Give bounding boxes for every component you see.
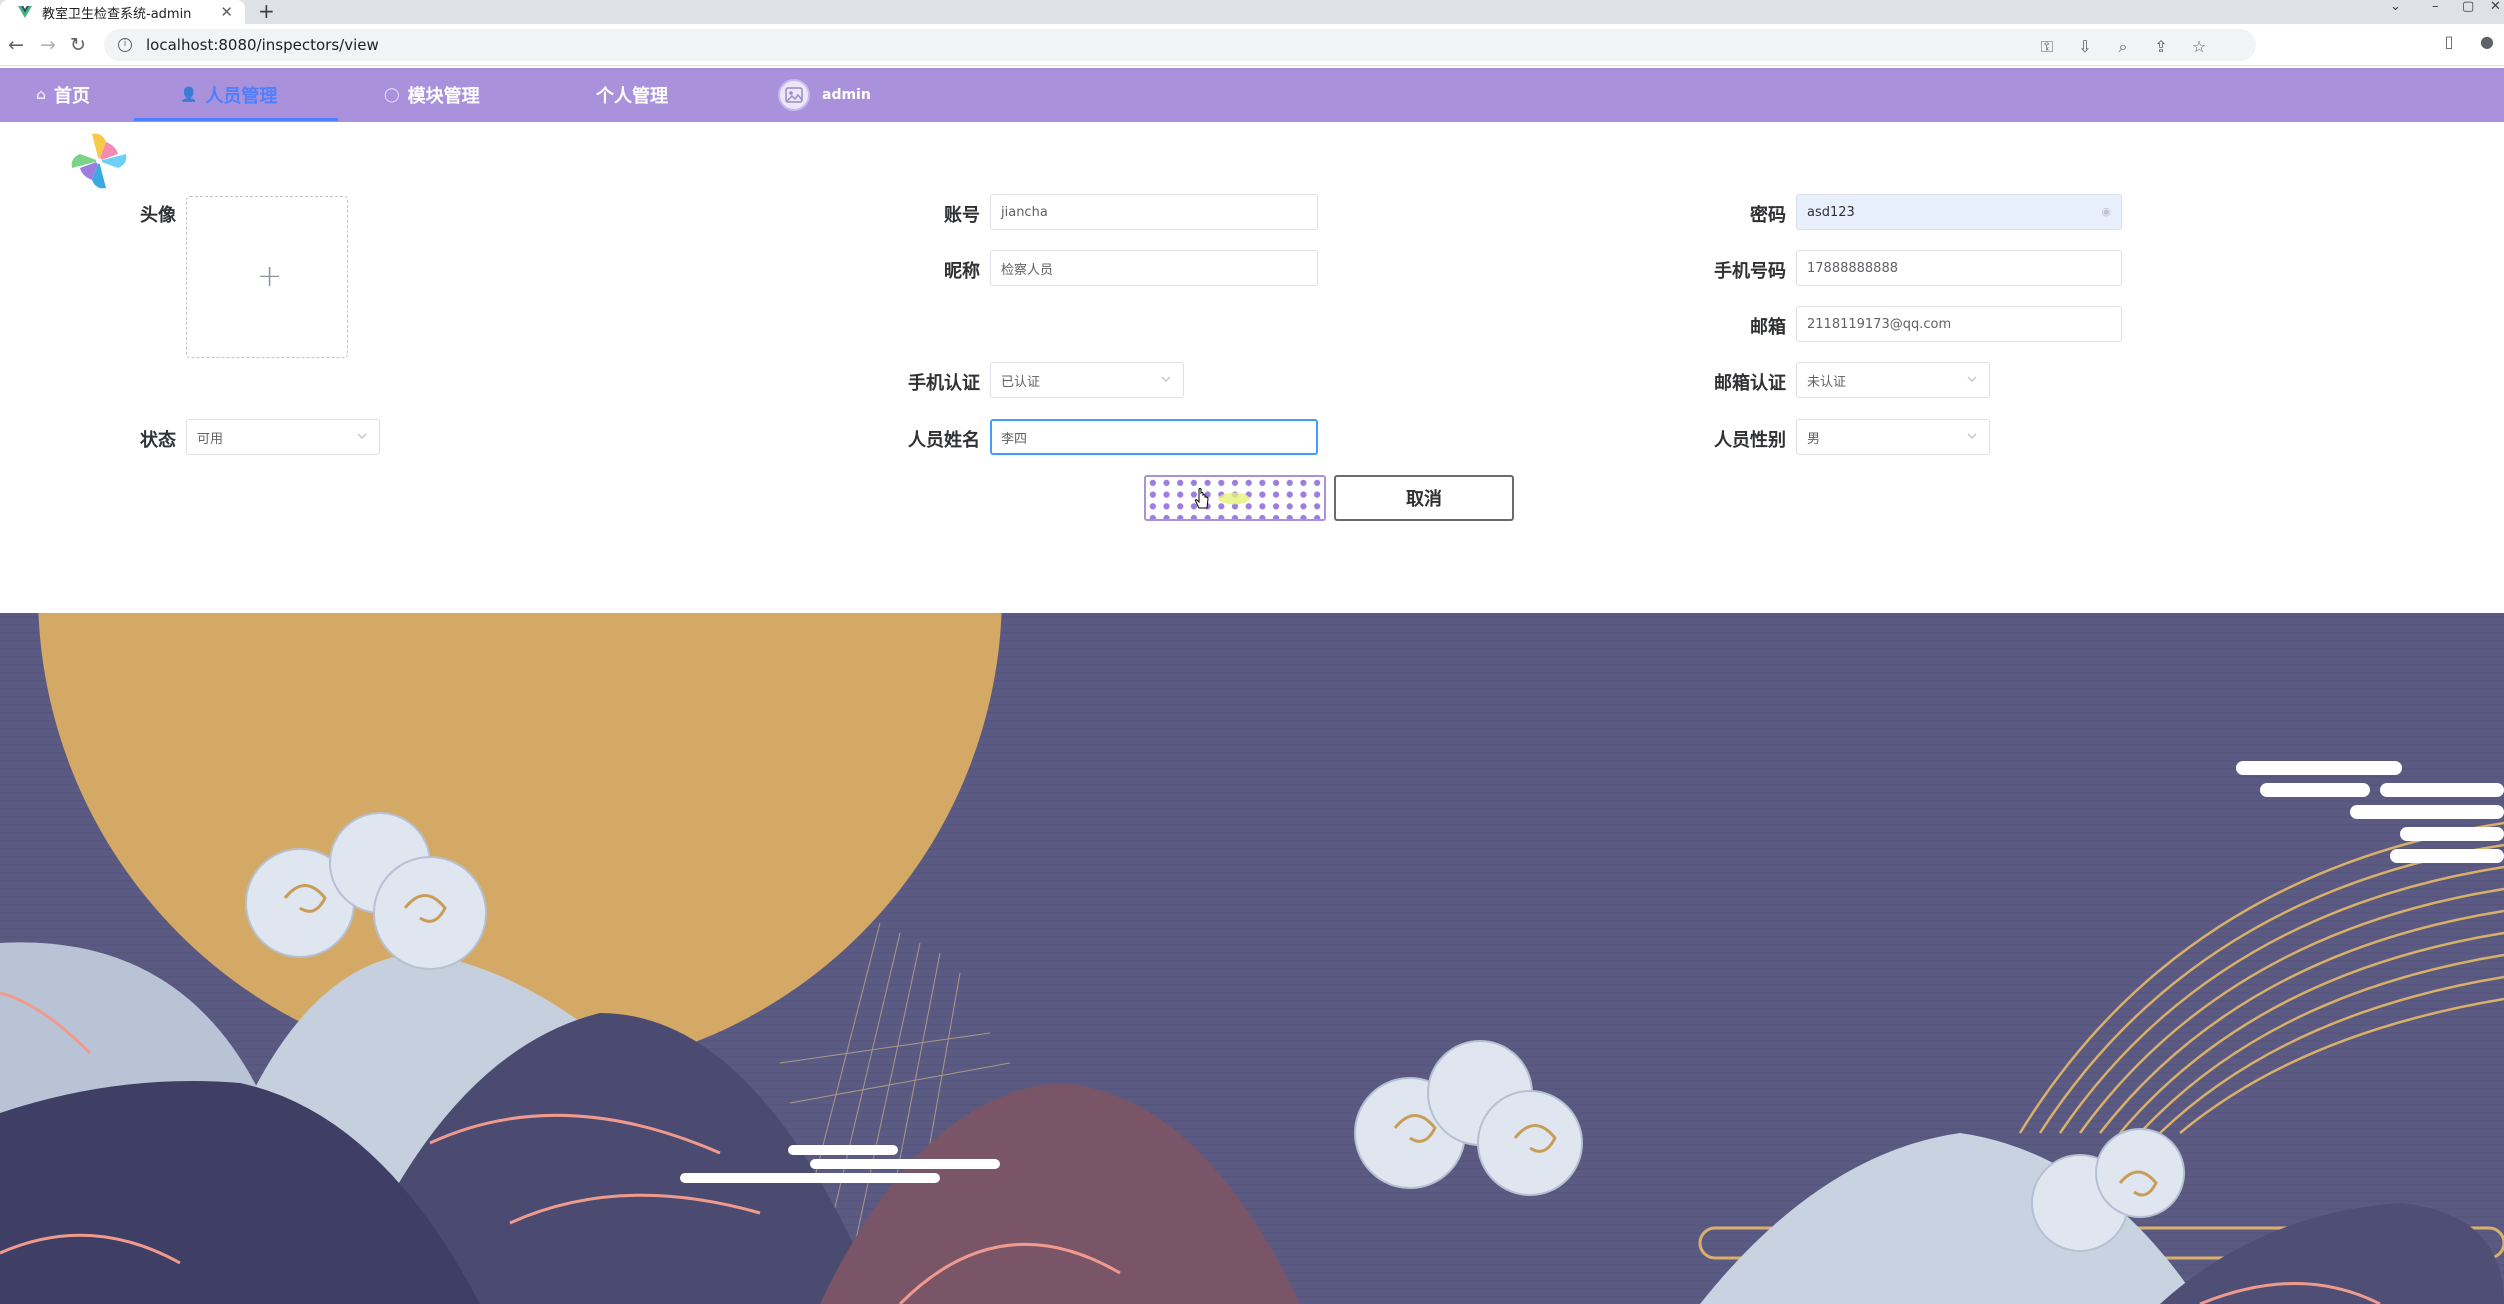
nav-item-personal[interactable]: 个人管理	[596, 68, 668, 122]
upload-plus-icon: +	[257, 259, 283, 294]
account-field[interactable]: jiancha	[990, 194, 1318, 230]
nav-item-label: 个人管理	[596, 86, 668, 107]
avatar	[778, 79, 810, 111]
submit-button[interactable]	[1144, 475, 1326, 521]
vue-logo-icon	[18, 6, 32, 18]
url-text: localhost:8080/inspectors/view	[146, 36, 379, 54]
gender-value: 男	[1807, 431, 1821, 447]
nickname-field[interactable]: 检察人员	[990, 250, 1318, 286]
nav-item-label: 人员管理	[205, 86, 278, 107]
password-value: asd123	[1807, 204, 1855, 220]
star-icon[interactable]: ☆	[2190, 37, 2208, 57]
chevron-down-icon	[1967, 433, 1977, 439]
nickname-label: 昵称	[944, 261, 980, 282]
avatar-uploader[interactable]: +	[186, 196, 348, 358]
share-icon[interactable]: ⇪	[2152, 37, 2170, 57]
dot-pattern-icon	[1146, 477, 1324, 519]
email-verify-label: 邮箱认证	[1714, 373, 1786, 394]
reload-icon[interactable]: ↻	[70, 32, 86, 58]
minimize-icon[interactable]: –	[2432, 0, 2439, 16]
sidebar-icon[interactable]: ▯	[2440, 32, 2458, 51]
pinwheel-logo-icon	[71, 133, 127, 189]
forward-icon[interactable]: →	[40, 32, 56, 58]
mountain-moon-illustration	[0, 613, 2504, 1304]
chevron-down-icon	[357, 433, 367, 439]
tab-search-icon[interactable]: ⌄	[2390, 0, 2401, 16]
background-illustration	[0, 613, 2504, 1304]
password-field[interactable]: asd123 ◉	[1796, 194, 2122, 230]
account-value: jiancha	[1001, 204, 1048, 220]
browser-tab-bar: 教室卫生检查系统-admin ✕ + ⌄ – ▢ ✕	[0, 0, 2504, 24]
zoom-icon[interactable]: ⌕	[2114, 37, 2132, 57]
mouse-cursor-icon	[1194, 488, 1209, 509]
nav-item-modules[interactable]: ◯ 模块管理	[384, 68, 480, 122]
status-label: 状态	[140, 430, 176, 451]
phone-value: 17888888888	[1807, 260, 1898, 276]
email-field[interactable]: 2118119173@qq.com	[1796, 306, 2122, 342]
home-icon: ⌂	[36, 87, 47, 103]
url-field[interactable]: i localhost:8080/inspectors/view ⚿ ⇩ ⌕ ⇪…	[104, 29, 2256, 61]
chat-icon: ◯	[384, 87, 400, 103]
gender-label: 人员性别	[1714, 430, 1786, 451]
phone-verify-label: 手机认证	[908, 373, 980, 394]
name-value: 李四	[1001, 431, 1028, 447]
tab-close-icon[interactable]: ✕	[220, 3, 233, 21]
address-bar: ← → ↻ i localhost:8080/inspectors/view ⚿…	[0, 24, 2504, 66]
nav-item-label: 首页	[54, 86, 91, 107]
nav-item-label: 模块管理	[407, 86, 480, 107]
key-icon[interactable]: ⚿	[2038, 37, 2056, 57]
cancel-button[interactable]: 取消	[1334, 475, 1514, 521]
chevron-down-icon	[1161, 376, 1171, 382]
nickname-value: 检察人员	[1001, 262, 1054, 278]
phone-verify-value: 已认证	[1001, 374, 1041, 390]
name-label: 人员姓名	[908, 430, 980, 451]
email-value: 2118119173@qq.com	[1807, 316, 1952, 332]
user-menu[interactable]: admin	[778, 68, 871, 122]
name-field[interactable]: 李四	[990, 419, 1318, 455]
image-icon	[785, 87, 803, 103]
profile-icon[interactable]: ●	[2478, 32, 2496, 51]
gender-select[interactable]: 男	[1796, 419, 1990, 455]
install-icon[interactable]: ⇩	[2076, 37, 2094, 57]
email-verify-select[interactable]: 未认证	[1796, 362, 1990, 398]
active-nav-indicator	[134, 118, 338, 121]
avatar-label: 头像	[140, 205, 176, 226]
nav-item-staff[interactable]: 👤 人员管理	[180, 68, 277, 122]
chevron-down-icon	[1967, 376, 1977, 382]
email-label: 邮箱	[1750, 317, 1786, 338]
site-info-icon[interactable]: i	[118, 38, 132, 52]
status-select[interactable]: 可用	[186, 419, 380, 455]
account-label: 账号	[944, 205, 980, 226]
email-verify-value: 未认证	[1807, 374, 1847, 390]
browser-tab[interactable]: 教室卫生检查系统-admin ✕	[0, 0, 245, 24]
phone-verify-select[interactable]: 已认证	[990, 362, 1184, 398]
tab-title: 教室卫生检查系统-admin	[42, 6, 192, 22]
eye-icon[interactable]: ◉	[2101, 205, 2111, 218]
user-name: admin	[822, 87, 871, 103]
new-tab-button[interactable]: +	[258, 0, 275, 22]
user-icon: 👤	[180, 87, 198, 103]
status-value: 可用	[197, 431, 224, 447]
back-icon[interactable]: ←	[8, 32, 24, 58]
nav-item-home[interactable]: ⌂ 首页	[36, 68, 90, 122]
maximize-icon[interactable]: ▢	[2462, 0, 2474, 16]
phone-field[interactable]: 17888888888	[1796, 250, 2122, 286]
app-nav-bar: ⌂ 首页 👤 人员管理 ◯ 模块管理 个人管理 admin	[0, 68, 2504, 122]
phone-label: 手机号码	[1714, 261, 1786, 282]
close-window-icon[interactable]: ✕	[2490, 0, 2501, 16]
password-label: 密码	[1750, 205, 1786, 226]
cancel-label: 取消	[1406, 489, 1442, 510]
